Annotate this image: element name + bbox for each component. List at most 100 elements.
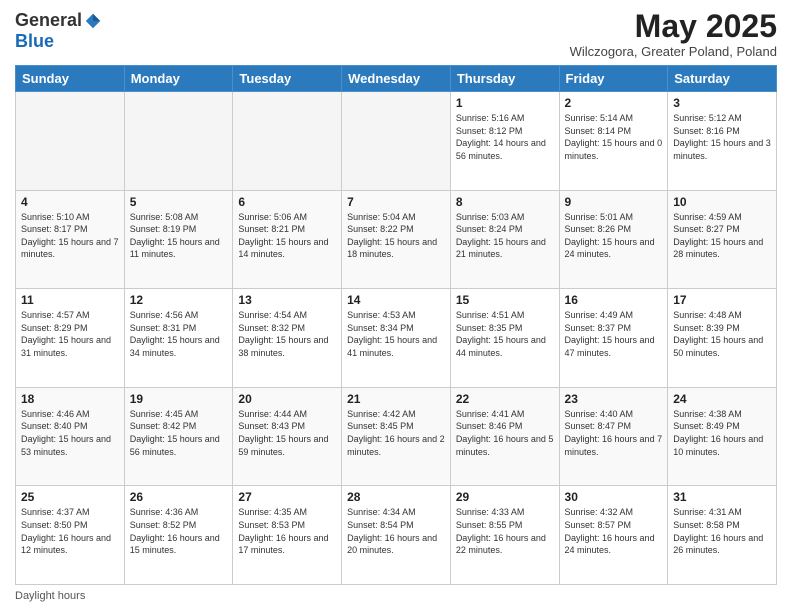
- calendar-cell: 27Sunrise: 4:35 AM Sunset: 8:53 PM Dayli…: [233, 486, 342, 585]
- day-number: 18: [21, 392, 119, 406]
- day-info: Sunrise: 5:10 AM Sunset: 8:17 PM Dayligh…: [21, 211, 119, 261]
- calendar-cell: 7Sunrise: 5:04 AM Sunset: 8:22 PM Daylig…: [342, 190, 451, 289]
- calendar-cell: 15Sunrise: 4:51 AM Sunset: 8:35 PM Dayli…: [450, 289, 559, 388]
- calendar-cell: 4Sunrise: 5:10 AM Sunset: 8:17 PM Daylig…: [16, 190, 125, 289]
- day-info: Sunrise: 4:49 AM Sunset: 8:37 PM Dayligh…: [565, 309, 663, 359]
- calendar-cell: 12 Sunrise: 4:56 AM Sunset: 8:31 PM Dayli…: [124, 289, 233, 388]
- day-number: 31: [673, 490, 771, 504]
- day-info: Sunrise: 5:16 AM Sunset: 8:12 PM Dayligh…: [456, 112, 554, 162]
- day-number: 13: [238, 293, 336, 307]
- day-number: 2: [565, 96, 663, 110]
- day-info: Sunrise: 4:40 AM Sunset: 8:47 PM Dayligh…: [565, 408, 663, 458]
- day-number: 12: [130, 293, 228, 307]
- header-saturday: Saturday: [668, 66, 777, 92]
- calendar-cell: 26 Sunrise: 4:36 AM Sunset: 8:52 PM Dayli…: [124, 486, 233, 585]
- day-info: Sunrise: 5:06 AM Sunset: 8:21 PM Dayligh…: [238, 211, 336, 261]
- day-number: 14: [347, 293, 445, 307]
- calendar-cell: 11Sunrise: 4:57 AM Sunset: 8:29 PM Dayli…: [16, 289, 125, 388]
- calendar-cell: 16 Sunrise: 4:49 AM Sunset: 8:37 PM Dayli…: [559, 289, 668, 388]
- day-info: Sunrise: 4:42 AM Sunset: 8:45 PM Dayligh…: [347, 408, 445, 458]
- day-number: 6: [238, 195, 336, 209]
- calendar-cell: 13 Sunrise: 4:54 AM Sunset: 8:32 PM Dayli…: [233, 289, 342, 388]
- day-info: Sunrise: 4:44 AM Sunset: 8:43 PM Dayligh…: [238, 408, 336, 458]
- calendar-cell: 17 Sunrise: 4:48 AM Sunset: 8:39 PM Dayli…: [668, 289, 777, 388]
- month-title: May 2025: [570, 10, 777, 42]
- calendar-cell: 28 Sunrise: 4:34 AM Sunset: 8:54 PM Dayli…: [342, 486, 451, 585]
- header: General Blue May 2025 Wilczogora, Greate…: [15, 10, 777, 59]
- calendar-cell: 3Sunrise: 5:12 AM Sunset: 8:16 PM Daylig…: [668, 92, 777, 191]
- header-monday: Monday: [124, 66, 233, 92]
- logo-icon: [84, 12, 102, 30]
- subtitle: Wilczogora, Greater Poland, Poland: [570, 44, 777, 59]
- day-info: Sunrise: 4:41 AM Sunset: 8:46 PM Dayligh…: [456, 408, 554, 458]
- day-info: Sunrise: 4:33 AM Sunset: 8:55 PM Dayligh…: [456, 506, 554, 556]
- day-info: Sunrise: 4:38 AM Sunset: 8:49 PM Dayligh…: [673, 408, 771, 458]
- day-info: Sunrise: 4:48 AM Sunset: 8:39 PM Dayligh…: [673, 309, 771, 359]
- calendar-header-row: Sunday Monday Tuesday Wednesday Thursday…: [16, 66, 777, 92]
- day-number: 17: [673, 293, 771, 307]
- header-sunday: Sunday: [16, 66, 125, 92]
- calendar-cell: 25 Sunrise: 4:37 AM Sunset: 8:50 PM Dayli…: [16, 486, 125, 585]
- day-info: Sunrise: 5:08 AM Sunset: 8:19 PM Dayligh…: [130, 211, 228, 261]
- day-info: Sunrise: 4:57 AM Sunset: 8:29 PM Dayligh…: [21, 309, 119, 359]
- day-info: Sunrise: 5:14 AM Sunset: 8:14 PM Dayligh…: [565, 112, 663, 162]
- header-tuesday: Tuesday: [233, 66, 342, 92]
- calendar-cell: 5 Sunrise: 5:08 AM Sunset: 8:19 PM Daylig…: [124, 190, 233, 289]
- calendar-cell: 19 Sunrise: 4:45 AM Sunset: 8:42 PM Dayli…: [124, 387, 233, 486]
- day-number: 24: [673, 392, 771, 406]
- day-info: Sunrise: 4:54 AM Sunset: 8:32 PM Dayligh…: [238, 309, 336, 359]
- calendar-week-4: 18Sunrise: 4:46 AM Sunset: 8:40 PM Dayli…: [16, 387, 777, 486]
- day-number: 19: [130, 392, 228, 406]
- calendar-cell: [342, 92, 451, 191]
- day-number: 16: [565, 293, 663, 307]
- day-info: Sunrise: 4:51 AM Sunset: 8:35 PM Dayligh…: [456, 309, 554, 359]
- day-number: 10: [673, 195, 771, 209]
- day-info: Sunrise: 4:56 AM Sunset: 8:31 PM Dayligh…: [130, 309, 228, 359]
- day-info: Sunrise: 4:59 AM Sunset: 8:27 PM Dayligh…: [673, 211, 771, 261]
- day-info: Sunrise: 4:45 AM Sunset: 8:42 PM Dayligh…: [130, 408, 228, 458]
- day-number: 25: [21, 490, 119, 504]
- calendar: Sunday Monday Tuesday Wednesday Thursday…: [15, 65, 777, 585]
- footer: Daylight hours: [15, 590, 777, 602]
- calendar-cell: 9Sunrise: 5:01 AM Sunset: 8:26 PM Daylig…: [559, 190, 668, 289]
- day-number: 29: [456, 490, 554, 504]
- header-thursday: Thursday: [450, 66, 559, 92]
- day-info: Sunrise: 4:31 AM Sunset: 8:58 PM Dayligh…: [673, 506, 771, 556]
- day-number: 26: [130, 490, 228, 504]
- calendar-body: 1Sunrise: 5:16 AM Sunset: 8:12 PM Daylig…: [16, 92, 777, 585]
- calendar-cell: 8Sunrise: 5:03 AM Sunset: 8:24 PM Daylig…: [450, 190, 559, 289]
- day-number: 21: [347, 392, 445, 406]
- day-number: 3: [673, 96, 771, 110]
- header-friday: Friday: [559, 66, 668, 92]
- day-info: Sunrise: 5:01 AM Sunset: 8:26 PM Dayligh…: [565, 211, 663, 261]
- calendar-cell: 20 Sunrise: 4:44 AM Sunset: 8:43 PM Dayli…: [233, 387, 342, 486]
- logo: General Blue: [15, 10, 102, 52]
- day-info: Sunrise: 5:04 AM Sunset: 8:22 PM Dayligh…: [347, 211, 445, 261]
- calendar-week-5: 25 Sunrise: 4:37 AM Sunset: 8:50 PM Dayli…: [16, 486, 777, 585]
- calendar-week-3: 11Sunrise: 4:57 AM Sunset: 8:29 PM Dayli…: [16, 289, 777, 388]
- logo-general: General: [15, 10, 82, 31]
- calendar-cell: 23Sunrise: 4:40 AM Sunset: 8:47 PM Dayli…: [559, 387, 668, 486]
- calendar-cell: 22Sunrise: 4:41 AM Sunset: 8:46 PM Dayli…: [450, 387, 559, 486]
- calendar-cell: 2 Sunrise: 5:14 AM Sunset: 8:14 PM Daylig…: [559, 92, 668, 191]
- calendar-cell: 31 Sunrise: 4:31 AM Sunset: 8:58 PM Dayli…: [668, 486, 777, 585]
- day-number: 30: [565, 490, 663, 504]
- header-wednesday: Wednesday: [342, 66, 451, 92]
- day-number: 5: [130, 195, 228, 209]
- day-number: 8: [456, 195, 554, 209]
- day-info: Sunrise: 4:32 AM Sunset: 8:57 PM Dayligh…: [565, 506, 663, 556]
- day-info: Sunrise: 4:34 AM Sunset: 8:54 PM Dayligh…: [347, 506, 445, 556]
- page: General Blue May 2025 Wilczogora, Greate…: [0, 0, 792, 612]
- calendar-cell: 6 Sunrise: 5:06 AM Sunset: 8:21 PM Daylig…: [233, 190, 342, 289]
- day-number: 20: [238, 392, 336, 406]
- calendar-cell: [124, 92, 233, 191]
- day-number: 27: [238, 490, 336, 504]
- logo-blue: Blue: [15, 31, 54, 52]
- day-number: 28: [347, 490, 445, 504]
- footer-label: Daylight hours: [15, 590, 85, 602]
- calendar-cell: 29 Sunrise: 4:33 AM Sunset: 8:55 PM Dayli…: [450, 486, 559, 585]
- day-info: Sunrise: 4:37 AM Sunset: 8:50 PM Dayligh…: [21, 506, 119, 556]
- calendar-cell: 10 Sunrise: 4:59 AM Sunset: 8:27 PM Dayli…: [668, 190, 777, 289]
- title-section: May 2025 Wilczogora, Greater Poland, Pol…: [570, 10, 777, 59]
- day-info: Sunrise: 4:36 AM Sunset: 8:52 PM Dayligh…: [130, 506, 228, 556]
